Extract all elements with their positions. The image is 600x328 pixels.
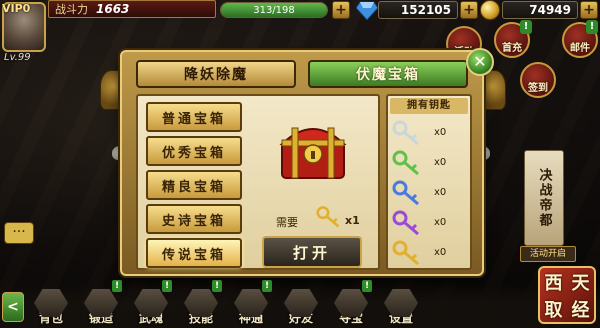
nav-alert-badge: ! [162, 280, 172, 292]
key-icon [392, 180, 419, 206]
key-quantity: x0 [434, 247, 447, 258]
sign-in-label: 签到 [528, 83, 548, 94]
chest-button-common[interactable]: 普通宝箱 [146, 102, 242, 132]
need-quantity: x1 [345, 214, 360, 227]
gems-value: 152105 [378, 1, 458, 19]
chat-button[interactable]: ··· [4, 222, 34, 244]
combat-power-value: 1663 [96, 2, 130, 16]
seal-char-3: 取 [544, 299, 563, 321]
chest-button-excellent[interactable]: 优秀宝箱 [146, 136, 242, 166]
treasure-chest-dialog: 降妖除魔 伏魔宝箱 ✕ 普通宝箱 优秀宝箱 精良宝箱 史诗宝箱 传说宝箱 需要 … [120, 48, 494, 276]
nav-item[interactable]: 寻宝 [328, 286, 374, 326]
chest-panel: 普通宝箱 优秀宝箱 精良宝箱 史诗宝箱 传说宝箱 需要 x1 打开 [136, 94, 380, 270]
key-icon [392, 240, 419, 266]
chest-button-legendary[interactable]: 传说宝箱 [146, 238, 242, 268]
nav-item[interactable]: 背包 [28, 286, 74, 326]
add-energy-button[interactable]: + [332, 1, 350, 19]
key-quantity: x0 [434, 157, 447, 168]
nav-alert-badge: ! [212, 280, 222, 292]
open-chest-button[interactable]: 打开 [262, 236, 362, 268]
owned-keys-panel: 拥有钥匙 x0 x0 x0 x0 x0 [386, 94, 472, 270]
event-scroll-banner[interactable]: 决战帝都 [524, 150, 564, 246]
owned-key-row: x0 [392, 120, 468, 146]
mail-label: 邮件 [570, 43, 590, 54]
collapse-nav-button[interactable]: < [2, 292, 24, 322]
key-quantity: x0 [434, 187, 447, 198]
first-recharge-alert-badge: ! [520, 20, 532, 34]
energy-value: 313/198 [253, 4, 295, 16]
player-level: Lv.99 [4, 52, 31, 63]
journey-west-seal-button[interactable]: 西 天 取 经 [538, 266, 596, 324]
add-gems-button[interactable]: + [460, 1, 478, 19]
key-icon [392, 150, 419, 176]
tab-demon-chest[interactable]: 伏魔宝箱 [308, 60, 468, 88]
key-quantity: x0 [434, 217, 447, 228]
key-quantity: x0 [434, 127, 447, 138]
sign-in-button[interactable]: 签到 [520, 62, 556, 98]
mail-alert-badge: ! [586, 20, 598, 34]
key-icon [392, 210, 419, 236]
seal-char-2: 天 [571, 272, 590, 294]
nav-alert-badge: ! [362, 280, 372, 292]
seal-char-1: 西 [544, 272, 563, 294]
nav-item[interactable]: 神通 [228, 286, 274, 326]
key-icon [392, 120, 419, 146]
coins-value: 74949 [502, 1, 578, 19]
add-coins-button[interactable]: + [580, 1, 598, 19]
required-key-icon [316, 206, 340, 228]
seal-char-4: 经 [571, 299, 590, 321]
chest-button-fine[interactable]: 精良宝箱 [146, 170, 242, 200]
tab-demon-subduing[interactable]: 降妖除魔 [136, 60, 296, 88]
nav-item[interactable]: 设置 [378, 286, 424, 326]
owned-key-row: x0 [392, 180, 468, 206]
owned-key-row: x0 [392, 150, 468, 176]
nav-item[interactable]: 锻造 [78, 286, 124, 326]
event-open-label[interactable]: 活动开启 [520, 246, 576, 262]
energy-bar: 313/198 [220, 2, 328, 18]
combat-power-box: 战斗力 1663 [48, 0, 216, 18]
nav-alert-badge: ! [112, 280, 122, 292]
nav-alert-badge: ! [262, 280, 272, 292]
nav-item[interactable]: 技能 [178, 286, 224, 326]
chest-button-epic[interactable]: 史诗宝箱 [146, 204, 242, 234]
owned-keys-title: 拥有钥匙 [390, 98, 468, 114]
vip-label: VIP0 [2, 2, 31, 15]
nav-item[interactable]: 好友 [278, 286, 324, 326]
coin-icon [480, 0, 500, 20]
nav-item[interactable]: 武魂 [128, 286, 174, 326]
treasure-chest-icon [279, 127, 347, 179]
owned-key-row: x0 [392, 210, 468, 236]
need-label: 需要 [276, 216, 298, 229]
combat-power-label: 战斗力 [55, 3, 88, 16]
owned-key-row: x0 [392, 240, 468, 266]
diamond-icon [356, 1, 378, 20]
close-button[interactable]: ✕ [466, 48, 494, 76]
first-recharge-label: 首充 [502, 43, 522, 54]
